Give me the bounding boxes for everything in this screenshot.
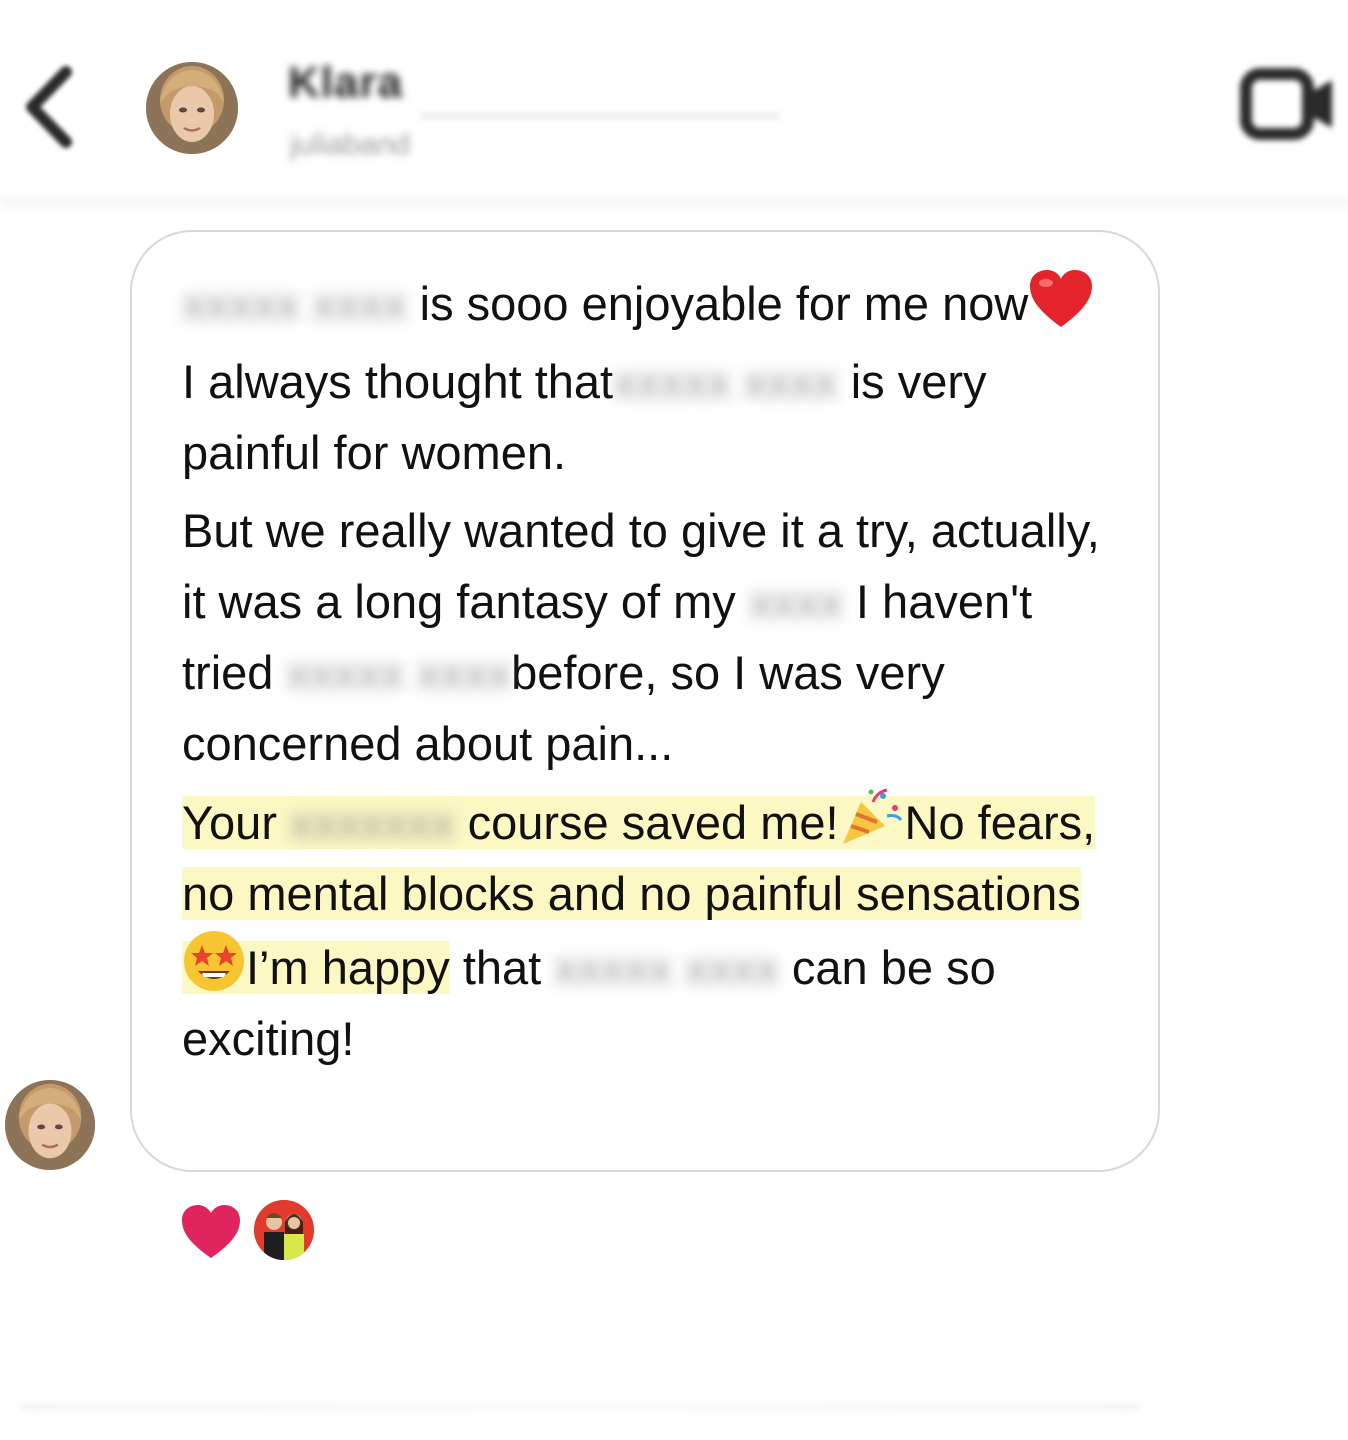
composer-shadow: [20, 1404, 1140, 1410]
paragraph-4: Your xxxxxxx course saved me! No fears, n…: [182, 786, 1122, 1074]
avatar[interactable]: [146, 62, 238, 154]
highlighted-text: course saved me!: [454, 796, 839, 849]
heart-icon[interactable]: [180, 1204, 242, 1260]
blurred-text: xxxxx xxxx: [554, 941, 779, 994]
paragraph-3: But we really wanted to give it a try, a…: [182, 495, 1122, 779]
star-struck-icon: [182, 929, 246, 993]
sender-avatar[interactable]: [5, 1080, 95, 1170]
blurred-text: xxxx: [748, 575, 843, 628]
paragraph-2: I always thought thatxxxxx xxxx is very …: [182, 346, 1122, 488]
blurred-text: xxxxxxx: [290, 796, 455, 849]
message-text: xxxxx xxxx is sooo enjoyable for me now …: [182, 268, 1122, 1081]
reactor-avatar[interactable]: [254, 1200, 314, 1260]
text: that: [449, 941, 542, 994]
contact-name: Klara: [288, 58, 404, 107]
contact-handle: juliaband: [290, 128, 411, 161]
blurred-text: xxxxx xxxx: [613, 355, 838, 408]
chevron-left-icon[interactable]: [18, 62, 82, 152]
text: is sooo enjoyable for me now: [406, 277, 1029, 330]
paragraph-1: xxxxx xxxx is sooo enjoyable for me now: [182, 268, 1122, 339]
blurred-text: xxxxx xxxx: [182, 277, 407, 330]
party-popper-icon: [839, 786, 905, 848]
header-shadow: [0, 198, 1348, 212]
highlighted-text: Your: [182, 796, 277, 849]
red-heart-icon: [1028, 269, 1094, 329]
header-divider: [420, 113, 780, 119]
blurred-text: xxxxx xxxx: [286, 646, 512, 699]
highlighted-text: I’m happy: [246, 941, 450, 994]
video-call-icon[interactable]: [1238, 66, 1338, 142]
chat-header: Klara juliaband: [0, 0, 1348, 200]
text: I always thought that: [182, 355, 614, 408]
